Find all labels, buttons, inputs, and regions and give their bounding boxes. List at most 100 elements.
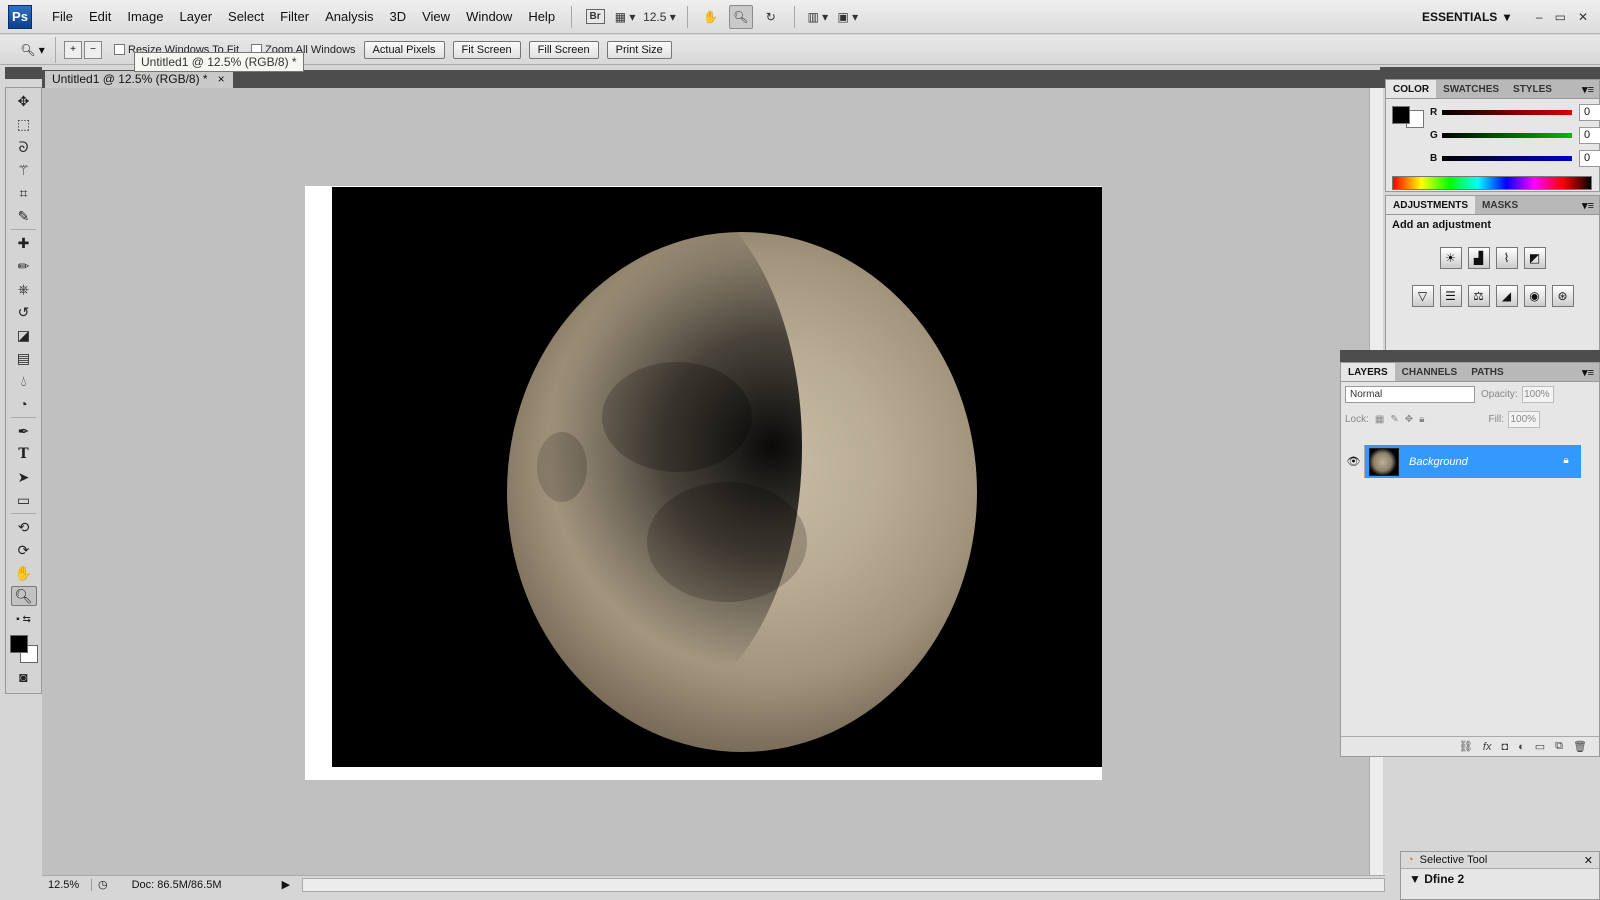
lasso-tool-icon[interactable]: ᘐ — [11, 137, 37, 157]
foreground-color-swatch[interactable] — [1392, 106, 1410, 124]
restore-button[interactable]: ▭ — [1555, 10, 1566, 24]
tab-styles[interactable]: STYLES — [1506, 80, 1559, 98]
blur-tool-icon[interactable]: 💧︎ — [11, 371, 37, 391]
panel-menu-icon[interactable]: ▾≡ — [1582, 80, 1599, 98]
tab-adjustments[interactable]: ADJUSTMENTS — [1386, 196, 1476, 214]
menu-image[interactable]: Image — [119, 0, 171, 34]
fit-screen-button[interactable]: Fit Screen — [452, 40, 521, 59]
tab-layers[interactable]: LAYERS — [1341, 363, 1395, 381]
minimize-button[interactable]: – — [1536, 10, 1543, 24]
tab-swatches[interactable]: SWATCHES — [1436, 80, 1506, 98]
opacity-input[interactable]: 100% — [1521, 386, 1554, 403]
actual-pixels-button[interactable]: Actual Pixels — [363, 40, 445, 59]
path-selection-tool-icon[interactable]: ➤ — [11, 467, 37, 487]
blue-slider[interactable] — [1442, 156, 1572, 161]
status-zoom[interactable]: 12.5% — [42, 878, 92, 891]
rotate-view-button[interactable]: ↻ — [759, 5, 783, 29]
panel-menu-icon[interactable]: ▾≡ — [1582, 363, 1599, 381]
close-tab-icon[interactable]: × — [218, 71, 225, 88]
black-white-icon[interactable]: ◢ — [1495, 285, 1518, 307]
screen-mode-button[interactable]: ▣ ▾ — [836, 5, 860, 29]
panel-menu-icon[interactable]: ▾≡ — [1582, 196, 1599, 214]
dodge-tool-icon[interactable]: ◔ — [11, 394, 37, 414]
menu-file[interactable]: File — [44, 0, 81, 34]
green-slider[interactable] — [1442, 133, 1572, 138]
shape-tool-icon[interactable]: ▭ — [11, 490, 37, 510]
menu-view[interactable]: View — [414, 0, 458, 34]
menu-3d[interactable]: 3D — [381, 0, 414, 34]
selective-tool-header[interactable]: ◔ Selective Tool ✕ — [1401, 852, 1599, 869]
zoom-in-icon[interactable]: + — [64, 40, 82, 59]
moon-photo[interactable] — [332, 187, 1102, 767]
vibrance-icon[interactable]: ▽ — [1411, 285, 1434, 307]
new-layer-icon[interactable]: ⧉ — [1555, 740, 1563, 753]
color-spectrum-bar[interactable] — [1392, 176, 1592, 190]
history-brush-tool-icon[interactable]: ↺ — [11, 302, 37, 322]
close-button[interactable]: ✕ — [1578, 10, 1588, 24]
default-colors-icon[interactable]: ▪ ⇆ — [11, 609, 37, 629]
menu-edit[interactable]: Edit — [81, 0, 119, 34]
exposure-icon[interactable]: ◩ — [1523, 247, 1546, 269]
hand-tool-icon[interactable]: ✋ — [11, 563, 37, 583]
lock-all-icon[interactable]: 🔒︎ — [1419, 414, 1424, 425]
red-slider[interactable] — [1442, 110, 1572, 115]
layer-body[interactable]: Background 🔒︎ — [1365, 445, 1581, 478]
3d-orbit-tool-icon[interactable]: ⟳ — [11, 540, 37, 560]
status-info-icon[interactable]: ◷ — [98, 878, 108, 891]
clone-stamp-tool-icon[interactable]: ⎈ — [11, 279, 37, 299]
lock-position-icon[interactable]: ✥ — [1405, 414, 1413, 425]
levels-icon[interactable]: ▟ — [1467, 247, 1490, 269]
adjustment-layer-icon[interactable]: ◐ — [1518, 741, 1525, 753]
foreground-color-swatch[interactable] — [10, 635, 28, 653]
menu-filter[interactable]: Filter — [272, 0, 317, 34]
menu-select[interactable]: Select — [220, 0, 272, 34]
gradient-tool-icon[interactable]: ▤ — [11, 348, 37, 368]
red-value-input[interactable]: 0 — [1579, 104, 1600, 121]
curves-icon[interactable]: ⌇ — [1495, 247, 1518, 269]
menu-layer[interactable]: Layer — [172, 0, 221, 34]
lock-transparent-icon[interactable]: ▦ — [1375, 414, 1384, 425]
horizontal-scrollbar[interactable] — [302, 877, 1385, 892]
marquee-tool-icon[interactable]: ⬚ — [11, 114, 37, 134]
tool-preset-picker[interactable]: 🔍︎ ▾ — [10, 36, 56, 63]
menu-help[interactable]: Help — [520, 0, 563, 34]
channel-mixer-icon[interactable]: ⊛ — [1551, 285, 1574, 307]
panel-dock-header[interactable] — [1380, 67, 1600, 79]
eyedropper-tool-icon[interactable]: ✎ — [11, 206, 37, 226]
status-menu-arrow-icon[interactable]: ▶ — [282, 878, 290, 891]
close-icon[interactable]: ✕ — [1584, 854, 1593, 867]
arrange-documents-button[interactable]: ▥ ▾ — [806, 5, 830, 29]
lock-image-icon[interactable]: ✎ — [1390, 414, 1398, 425]
healing-brush-tool-icon[interactable]: ✚ — [11, 233, 37, 253]
tab-color[interactable]: COLOR — [1386, 80, 1437, 98]
toolbox-header[interactable] — [5, 67, 42, 79]
3d-rotate-tool-icon[interactable]: ⟲ — [11, 517, 37, 537]
zoom-level-dropdown[interactable]: 12.5 ▾ — [643, 5, 676, 29]
add-mask-icon[interactable]: ◘ — [1501, 741, 1508, 753]
zoom-tool-button[interactable]: 🔍︎ — [728, 4, 753, 29]
eye-icon[interactable]: 👁︎ — [1343, 445, 1365, 478]
quick-mask-icon[interactable]: ◙ — [11, 667, 37, 687]
photo-filter-icon[interactable]: ◉ — [1523, 285, 1546, 307]
zoom-tool-icon[interactable]: 🔍︎ — [10, 586, 37, 606]
workspace-switcher[interactable]: ESSENTIALS ▾ — [1422, 0, 1510, 34]
layers-panel-header[interactable] — [1340, 350, 1600, 362]
link-layers-icon[interactable]: ⛓ — [1459, 740, 1473, 753]
blue-value-input[interactable]: 0 — [1579, 150, 1600, 167]
checkbox-box[interactable] — [114, 44, 125, 55]
pen-tool-icon[interactable]: ✒ — [11, 421, 37, 441]
fill-screen-button[interactable]: Fill Screen — [528, 40, 599, 59]
new-group-icon[interactable]: ▭ — [1535, 740, 1545, 753]
hand-tool-button[interactable]: ✋ — [699, 5, 723, 29]
menu-analysis[interactable]: Analysis — [317, 0, 381, 34]
tab-masks[interactable]: MASKS — [1475, 196, 1525, 214]
selective-tool-item[interactable]: ▼ Dfine 2 — [1401, 869, 1599, 889]
tab-paths[interactable]: PATHS — [1464, 363, 1510, 381]
color-balance-icon[interactable]: ⚖ — [1467, 285, 1490, 307]
magic-wand-tool-icon[interactable]: ⚚ — [11, 160, 37, 180]
launch-bridge-button[interactable]: Br — [583, 5, 607, 29]
document-tab[interactable]: Untitled1 @ 12.5% (RGB/8) * × — [45, 71, 233, 88]
view-extras-button[interactable]: ▦ ▾ — [613, 5, 637, 29]
zoom-out-icon[interactable]: − — [84, 40, 102, 59]
eraser-tool-icon[interactable]: ◪ — [11, 325, 37, 345]
